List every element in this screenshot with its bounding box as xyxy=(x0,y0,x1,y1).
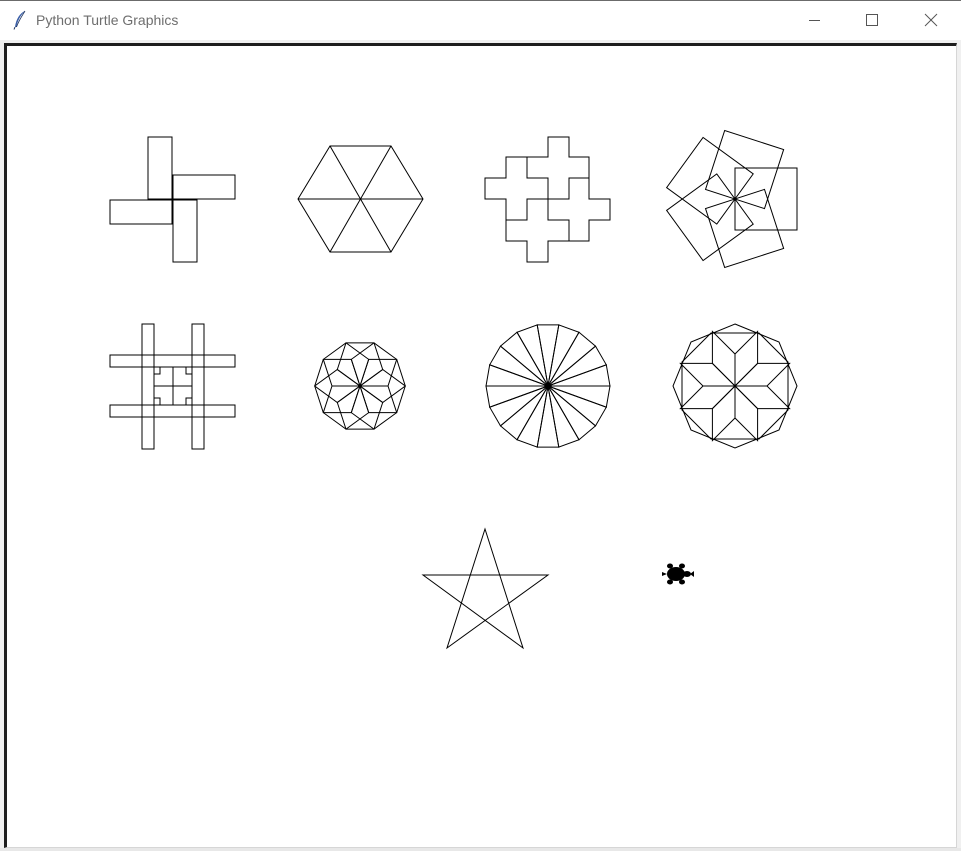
window-title: Python Turtle Graphics xyxy=(36,12,179,28)
plus-cluster xyxy=(484,136,611,263)
feather-icon xyxy=(12,10,28,30)
turtle-graphics-window: Python Turtle Graphics xyxy=(0,0,961,851)
five-point-star xyxy=(421,527,550,650)
maximize-button[interactable] xyxy=(843,1,901,40)
rotated-pentagons xyxy=(314,342,406,430)
close-button[interactable] xyxy=(902,1,960,40)
minimize-button[interactable] xyxy=(785,1,843,40)
pinwheel-rectangles xyxy=(109,136,236,263)
octagon-rosette xyxy=(672,323,798,449)
hexagon-with-diagonals xyxy=(297,145,424,253)
turtle-canvas[interactable] xyxy=(7,46,956,847)
hash-grid xyxy=(109,323,236,450)
radiating-triangles xyxy=(485,324,611,448)
title-bar[interactable]: Python Turtle Graphics xyxy=(0,1,961,40)
rotated-squares xyxy=(665,129,798,269)
turtle-icon xyxy=(662,563,694,585)
drawing-canvas-frame xyxy=(4,43,957,848)
